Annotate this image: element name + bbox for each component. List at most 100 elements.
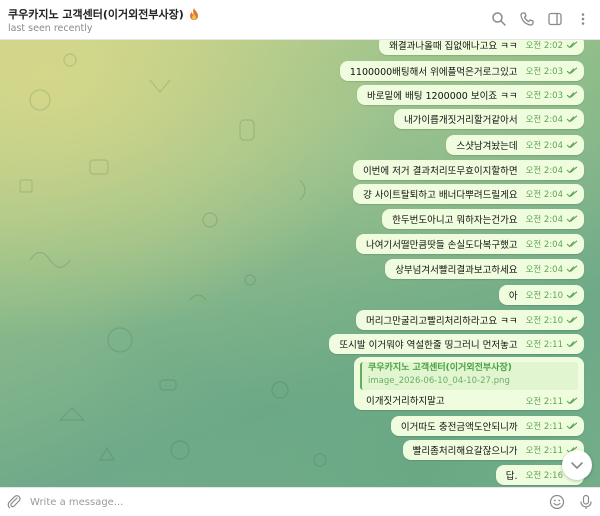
chevron-down-icon	[571, 462, 583, 469]
message-time: 오전 2:03	[525, 91, 563, 101]
emoji-icon[interactable]	[549, 494, 565, 510]
message-meta: 오전 2:04	[526, 213, 578, 225]
message-input[interactable]	[30, 493, 510, 511]
paperclip-icon[interactable]	[6, 494, 22, 510]
message-bubble[interactable]: 걍 사이트탈퇴하고 배너다뿌려드릴게요 오전 2:04	[352, 184, 584, 204]
message-meta: 오전 2:02	[526, 40, 578, 51]
double-check-icon	[566, 190, 578, 198]
double-check-icon	[566, 291, 578, 299]
message-bubble[interactable]: 내가이릅개짓거리할거같아서 오전 2:04	[393, 109, 584, 129]
message-time: 오전 2:04	[525, 265, 563, 275]
message-meta: 오전 2:10	[526, 314, 578, 326]
message-meta: 오전 2:10	[526, 289, 578, 301]
message-text: 바로밑에 배팅 1200000 보이죠 ㅋㅋ	[367, 91, 518, 102]
message-time: 오전 2:04	[525, 166, 563, 176]
message-bubble[interactable]: 이거따도 충전금액도안되니까 오전 2:11	[390, 416, 584, 436]
search-icon	[492, 12, 506, 26]
message-text: 이개짓거리하지말고	[366, 396, 445, 407]
chat-title-text[interactable]: 쿠우카지노 고객센터(이거외전부사장)	[8, 6, 184, 22]
fire-emoji-icon	[187, 7, 201, 21]
message-meta: 오전 2:04	[526, 238, 578, 250]
message-text: 나여기서떨만큼땃들 손실도다복구했고	[365, 240, 518, 251]
more-menu-button[interactable]	[574, 10, 592, 28]
message-text: 1100000배팅해서 위에플먹은거로그있고	[349, 67, 518, 78]
more-vertical-icon	[581, 13, 585, 25]
message-bubble[interactable]: 1100000배팅해서 위에플먹은거로그있고 오전 2:03	[339, 61, 584, 81]
message-time: 오전 2:03	[525, 67, 563, 77]
double-check-icon	[566, 115, 578, 123]
phone-icon	[520, 12, 534, 26]
double-check-icon	[566, 41, 578, 49]
header-actions	[490, 10, 592, 28]
message-time: 오전 2:04	[525, 115, 563, 125]
message-bubble[interactable]: 스샷남겨놨는데 오전 2:04	[446, 135, 584, 155]
message-bubble[interactable]: 왜결과나올때 집없애나고요 ㅋㅋ 오전 2:02	[379, 40, 584, 55]
message-bubble[interactable]: 머리그만굴리고빨리처리하라고요 ㅋㅋ 오전 2:10	[355, 310, 584, 330]
sidebar-icon	[548, 12, 562, 26]
message-text: 왜결과나올때 집없애나고요 ㅋㅋ	[389, 41, 518, 52]
double-check-icon	[566, 166, 578, 174]
quoted-message[interactable]: 쿠우카지노 고객센터(이거외전부사장) image_2026-06-10_04-…	[360, 362, 578, 390]
double-check-icon	[566, 215, 578, 223]
message-bubble[interactable]: 아 오전 2:10	[498, 285, 584, 305]
message-meta: 오전 2:11	[526, 338, 578, 350]
message-list[interactable]: 왜결과나올때 집없애나고요 ㅋㅋ 오전 2:02 1100000배팅해서 위에플…	[0, 40, 600, 487]
message-time: 오전 2:10	[525, 291, 563, 301]
message-time: 오전 2:02	[525, 41, 563, 51]
double-check-icon	[566, 422, 578, 430]
message-text: 상부넘겨서빨리결과보고하세요	[395, 265, 518, 276]
microphone-icon[interactable]	[578, 494, 594, 510]
message-meta: 오전 2:03	[526, 65, 578, 77]
call-button[interactable]	[518, 10, 536, 28]
message-bubble[interactable]: 빨리좀처리해요갈잖으니가 오전 2:11	[402, 440, 584, 460]
message-time: 오전 2:04	[525, 141, 563, 151]
message-text: 내가이릅개짓거리할거같아서	[403, 115, 518, 126]
scroll-to-bottom-button[interactable]	[562, 450, 592, 480]
message-meta: 오전 2:04	[526, 164, 578, 176]
message-time: 오전 2:04	[525, 215, 563, 225]
message-time: 오전 2:11	[525, 446, 563, 456]
sidebar-toggle-button[interactable]	[546, 10, 564, 28]
message-text: 빨리좀처리해요갈잖으니가	[412, 446, 518, 457]
message-meta: 오전 2:11	[526, 395, 578, 407]
message-bubble[interactable]: 바로밑에 배팅 1200000 보이죠 ㅋㅋ 오전 2:03	[357, 85, 584, 105]
message-text: 머리그만굴리고빨리처리하라고요 ㅋㅋ	[365, 316, 518, 327]
message-text: 스샷남겨놨는데	[456, 141, 518, 152]
message-meta: 오전 2:04	[526, 188, 578, 200]
quoted-sender-name: 쿠우카지노 고객센터(이거외전부사장)	[368, 363, 512, 373]
message-bubble[interactable]: 이번에 저거 결과처리또무효이지할하면 오전 2:04	[352, 160, 584, 180]
double-check-icon	[566, 240, 578, 248]
double-check-icon	[566, 340, 578, 348]
message-text: 답.	[505, 471, 518, 482]
message-text: 아	[508, 291, 518, 302]
quoted-file-name: image_2026-06-10_04-10-27.png	[368, 376, 510, 386]
message-time: 오전 2:16	[525, 471, 563, 481]
message-text: 또시발 이거뭐야 역설한줄 띵그러니 먼저놓고	[339, 340, 518, 351]
chat-header: 쿠우카지노 고객센터(이거외전부사장) last seen recently	[0, 0, 600, 40]
message-bubble[interactable]: 상부넘겨서빨리결과보고하세요 오전 2:04	[385, 259, 584, 279]
message-meta: 오전 2:04	[526, 139, 578, 151]
chat-title[interactable]: 쿠우카지노 고객센터(이거외전부사장)	[8, 6, 201, 22]
message-bubble[interactable]: 또시발 이거뭐야 역설한줄 띵그러니 먼저놓고 오전 2:11	[329, 334, 584, 354]
last-seen-status: last seen recently	[8, 23, 93, 34]
message-time: 오전 2:11	[525, 397, 563, 407]
double-check-icon	[566, 67, 578, 75]
reply-message-bubble[interactable]: 쿠우카지노 고객센터(이거외전부사장) image_2026-06-10_04-…	[354, 357, 584, 410]
message-time: 오전 2:11	[525, 422, 563, 432]
message-time: 오전 2:11	[525, 340, 563, 350]
search-button[interactable]	[490, 10, 508, 28]
message-composer	[0, 487, 600, 516]
message-text: 한두번도아니고 뭐하자는건가요	[392, 215, 518, 226]
double-check-icon	[566, 316, 578, 324]
message-bubble[interactable]: 한두번도아니고 뭐하자는건가요 오전 2:04	[382, 209, 584, 229]
double-check-icon	[566, 397, 578, 405]
message-text: 이거따도 충전금액도안되니까	[400, 422, 518, 433]
double-check-icon	[566, 91, 578, 99]
message-bubble[interactable]: 나여기서떨만큼땃들 손실도다복구했고 오전 2:04	[355, 234, 584, 254]
message-time: 오전 2:04	[525, 190, 563, 200]
message-time: 오전 2:04	[525, 240, 563, 250]
message-text: 이번에 저거 결과처리또무효이지할하면	[362, 166, 518, 177]
double-check-icon	[566, 141, 578, 149]
message-time: 오전 2:10	[525, 316, 563, 326]
message-text: 걍 사이트탈퇴하고 배너다뿌려드릴게요	[362, 190, 518, 201]
